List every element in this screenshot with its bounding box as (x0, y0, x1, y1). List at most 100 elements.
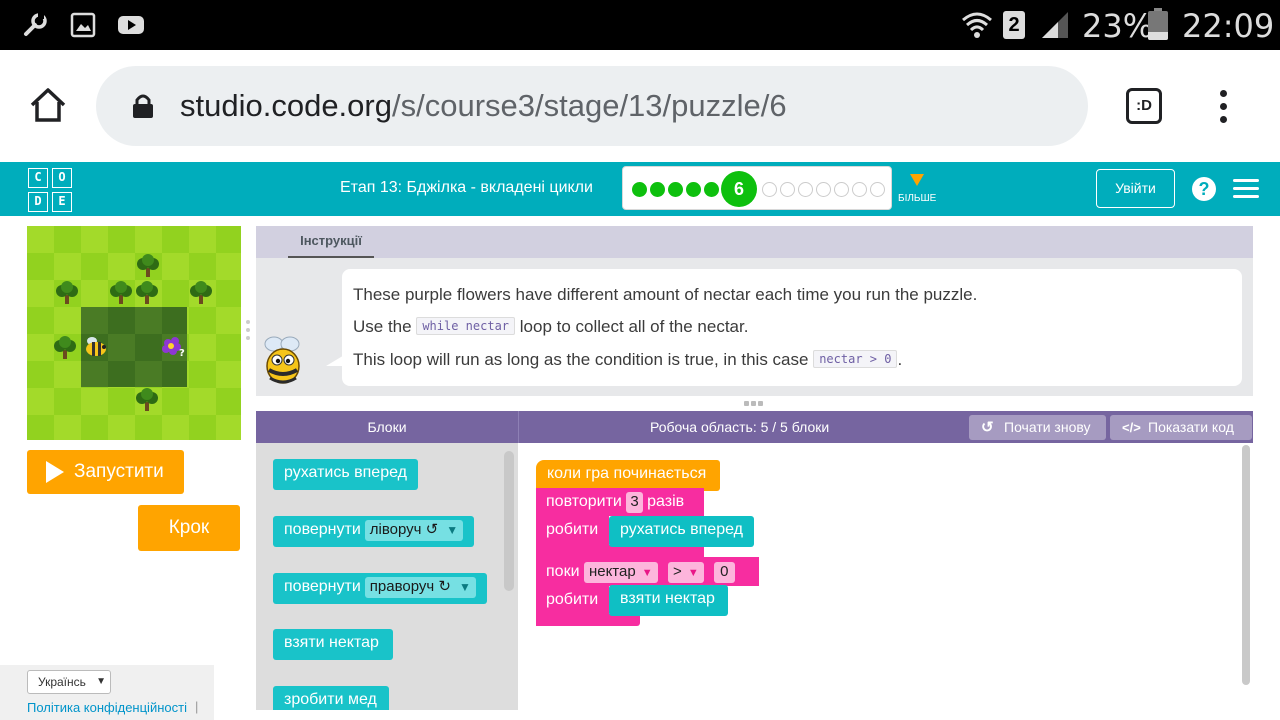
workspace-header: Блоки Робоча область: 5 / 5 блоки ↺ Поча… (256, 411, 1253, 443)
toolbox-block-turn-left[interactable]: повернути ліворуч ↺ ▼ (273, 516, 474, 547)
step-button[interactable]: Крок (138, 505, 240, 551)
progress-dot-todo[interactable] (870, 182, 885, 197)
start-over-button[interactable]: ↺ Почати знову (969, 415, 1106, 440)
youtube-icon (118, 16, 144, 34)
horizontal-resize-handle[interactable] (744, 401, 766, 407)
battery-percent: 23% (1082, 7, 1154, 45)
bee-icon (86, 337, 106, 356)
while-do-label: робити (546, 591, 599, 608)
tree-icon (54, 336, 76, 359)
progress-dot-todo[interactable] (816, 182, 831, 197)
tree-icon (110, 281, 132, 304)
repeat-suffix: разів (647, 493, 685, 510)
progress-dot-todo[interactable] (798, 182, 813, 197)
instructions-bubble: These purple flowers have different amou… (342, 269, 1242, 386)
language-select[interactable]: Українсь ▼ (27, 670, 111, 694)
progress-dot-current[interactable]: 6 (721, 171, 757, 207)
run-button[interactable]: Запустити (27, 450, 184, 494)
show-code-button[interactable]: </> Показати код (1110, 415, 1252, 440)
logo-letter: C (28, 168, 48, 188)
overflow-menu-icon[interactable] (1214, 88, 1234, 124)
direction-dropdown[interactable]: праворуч ↻ ▼ (364, 577, 476, 598)
start-over-label: Почати знову (1004, 419, 1091, 435)
url-path: /s/course3/stage/13/puzzle/6 (391, 88, 787, 123)
android-status-bar: 2 23% 22:09 (0, 0, 1280, 50)
bee-avatar-icon (264, 336, 300, 384)
workspace-title: Робоча область: 5 / 5 блоки (650, 419, 830, 435)
block-get-nectar[interactable]: взяти нектар (609, 585, 728, 616)
instruction-line-3: This loop will run as long as the condit… (353, 350, 902, 370)
logo-letter: D (28, 192, 48, 212)
toolbox-block-move-forward[interactable]: рухатись вперед (273, 459, 418, 490)
progress-dot-todo[interactable] (780, 182, 795, 197)
dropdown-caret-icon: ▼ (641, 567, 653, 579)
toolbox-block-get-nectar[interactable]: взяти нектар (273, 629, 393, 660)
tree-icon (56, 281, 78, 304)
toolbox-scrollbar[interactable] (504, 451, 514, 591)
scrollbar-thumb[interactable] (1242, 445, 1250, 685)
progress-dot-done[interactable] (650, 182, 665, 197)
while-prefix: поки (546, 563, 580, 580)
dropdown-caret-icon: ▼ (446, 523, 459, 537)
repeat-prefix: повторити (546, 493, 622, 510)
progress-dot-todo[interactable] (762, 182, 777, 197)
browser-toolbar: studio.code.org/s/course3/stage/13/puzzl… (0, 50, 1280, 162)
block-when-run[interactable]: коли гра починається (536, 460, 720, 491)
progress-dot-done[interactable] (668, 182, 683, 197)
code-snippet: while nectar (416, 317, 516, 335)
clock: 22:09 (1182, 7, 1275, 45)
help-icon[interactable]: ? (1192, 177, 1216, 201)
logo-letter: E (52, 192, 72, 212)
more-caret-icon[interactable] (910, 174, 924, 186)
dropdown-caret-icon: ▼ (687, 567, 699, 579)
tree-icon (136, 388, 158, 411)
home-icon[interactable] (27, 84, 69, 126)
workspace-scrollbar[interactable] (1240, 443, 1253, 688)
repeat-count-field[interactable]: 3 (626, 492, 643, 513)
purple-flower-icon: ? (162, 337, 185, 359)
vertical-resize-handle[interactable] (245, 320, 251, 342)
image-icon (70, 12, 96, 38)
url-text[interactable]: studio.code.org/s/course3/stage/13/puzzl… (180, 88, 787, 124)
logo-letter: O (52, 168, 72, 188)
block-label: повернути (284, 578, 361, 595)
instruction-text: Use the (353, 317, 412, 336)
undo-icon: ↺ (981, 419, 994, 436)
more-button[interactable]: БІЛЬШЕ (898, 193, 936, 204)
block-repeat[interactable]: повторити 3 разів (536, 488, 704, 516)
while-variable-dropdown[interactable]: нектар ▼ (583, 562, 658, 583)
code-logo[interactable]: C O D E (28, 168, 72, 212)
tree-icon (190, 281, 212, 304)
stage-title[interactable]: Етап 13: Бджілка - вкладені цикли (340, 179, 593, 197)
instructions-header: Інструкції (256, 226, 1253, 258)
dropdown-value: праворуч ↻ (369, 578, 451, 595)
signin-button[interactable]: Увійти (1096, 169, 1175, 208)
blocks-toolbox: рухатись вперед повернути ліворуч ↺ ▼ пове… (256, 443, 518, 710)
while-value-field[interactable]: 0 (714, 562, 735, 583)
privacy-policy-link[interactable]: Політика конфіденційності (27, 700, 187, 715)
address-bar[interactable]: studio.code.org/s/course3/stage/13/puzzl… (96, 66, 1088, 146)
progress-dot-done[interactable] (704, 182, 719, 197)
svg-text:?: ? (179, 348, 185, 359)
while-operator-dropdown[interactable]: > ▼ (668, 562, 704, 583)
url-host: studio.code.org (180, 88, 392, 123)
toolbox-block-make-honey[interactable]: зробити мед (273, 686, 389, 710)
block-move-forward[interactable]: рухатись вперед (609, 516, 754, 547)
progress-dot-done[interactable] (686, 182, 701, 197)
chevron-down-icon: ▼ (96, 676, 106, 687)
dropdown-value: нектар (588, 563, 636, 580)
direction-dropdown[interactable]: ліворуч ↺ ▼ (364, 520, 464, 541)
progress-dot-done[interactable] (632, 182, 647, 197)
progress-dot-todo[interactable] (852, 182, 867, 197)
repeat-do-label: робити (546, 521, 599, 538)
block-while[interactable]: поки нектар ▼ > ▼ 0 (536, 557, 759, 586)
page-footer: Українсь ▼ Політика конфіденційності | (0, 665, 214, 720)
instruction-text: loop to collect all of the nectar. (519, 317, 749, 336)
toolbox-block-turn-right[interactable]: повернути праворуч ↻ ▼ (273, 573, 487, 604)
tab-switcher-icon[interactable]: :D (1126, 88, 1162, 124)
instructions-panel: These purple flowers have different amou… (256, 258, 1253, 396)
tree-icon (137, 254, 159, 277)
progress-dot-todo[interactable] (834, 182, 849, 197)
tab-instructions[interactable]: Інструкції (288, 226, 374, 258)
hamburger-menu-icon[interactable] (1233, 179, 1259, 199)
